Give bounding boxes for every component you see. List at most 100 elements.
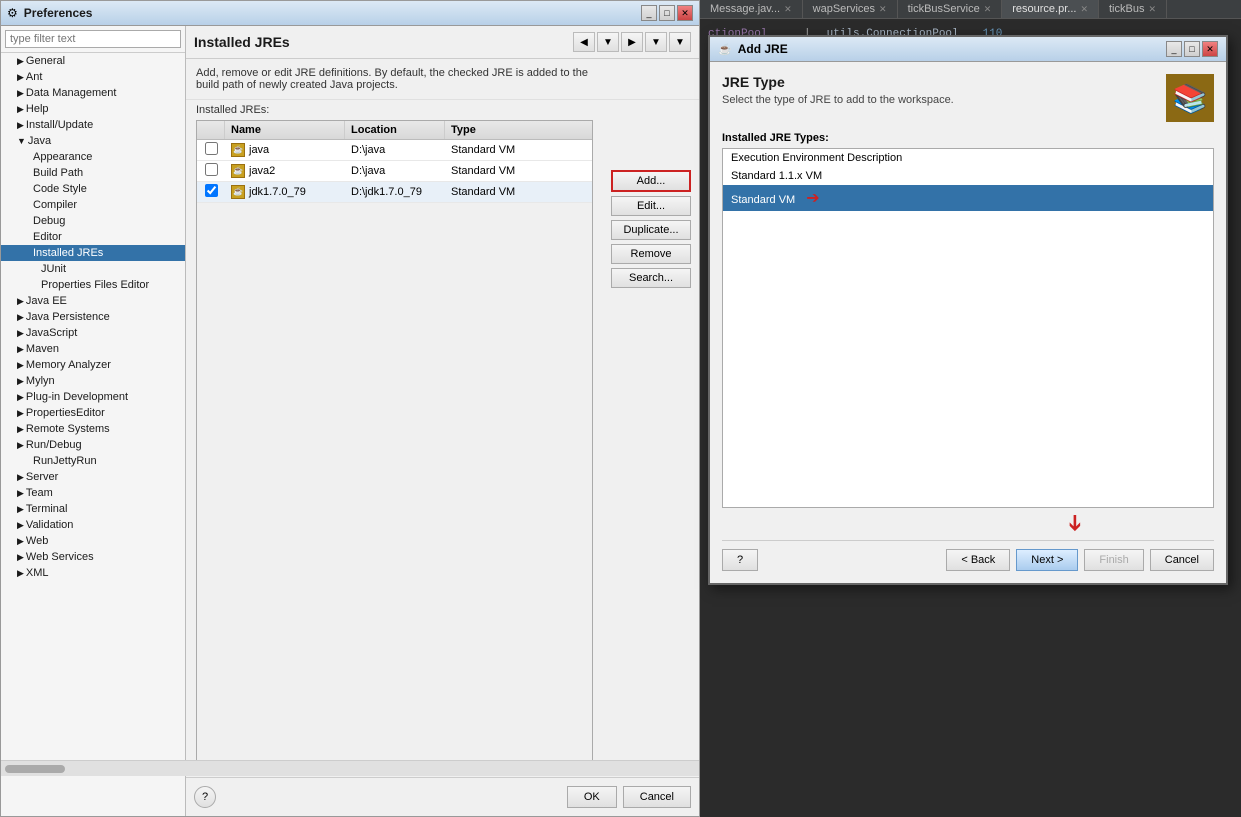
help-button[interactable]: ?: [194, 786, 216, 808]
toolbar-icons: ◀ ▼ ▶ ▼ ▼: [573, 32, 691, 52]
sidebar-item-mylyn[interactable]: ▶Mylyn: [1, 373, 185, 389]
sidebar-item-help[interactable]: ▶Help: [1, 101, 185, 117]
cancel-button[interactable]: Cancel: [623, 786, 691, 808]
jre-type-2: Standard VM: [445, 163, 592, 179]
sidebar-item-compiler[interactable]: Compiler: [1, 197, 185, 213]
sidebar-item-web[interactable]: ▶Web: [1, 533, 185, 549]
arrow-container: ➔: [722, 520, 1214, 540]
tab-wap-services[interactable]: wapServices ✕: [803, 0, 898, 18]
sidebar-item-editor[interactable]: Editor: [1, 229, 185, 245]
col-header-type: Type: [445, 121, 592, 139]
tab-close-tick[interactable]: ✕: [984, 4, 992, 15]
col-header-location: Location: [345, 121, 445, 139]
sidebar-item-xml[interactable]: ▶XML: [1, 565, 185, 581]
add-button[interactable]: Add...: [611, 170, 691, 192]
sidebar-item-remote-systems[interactable]: ▶Remote Systems: [1, 421, 185, 437]
dialog-next-button[interactable]: Next >: [1016, 549, 1078, 571]
search-button[interactable]: Search...: [611, 268, 691, 288]
dialog-help-button[interactable]: ?: [722, 549, 758, 571]
sidebar-item-code-style[interactable]: Code Style: [1, 181, 185, 197]
jre-type-item-standard-11x[interactable]: Standard 1.1.x VM: [723, 167, 1213, 185]
jre-table: Name Location Type java D:\java Standard…: [196, 120, 593, 773]
scrollbar-thumb[interactable]: [5, 765, 65, 773]
sidebar-item-general[interactable]: ▶General: [1, 53, 185, 69]
tab-close-resource[interactable]: ✕: [1080, 4, 1088, 15]
jre-check-1[interactable]: [197, 140, 225, 160]
jre-row-2[interactable]: java2 D:\java Standard VM: [197, 161, 592, 182]
jre-check-2[interactable]: [197, 161, 225, 181]
toolbar-fwd2-btn[interactable]: ▶: [621, 32, 643, 52]
jre-type-item-standard-vm[interactable]: Standard VM ➔: [723, 185, 1213, 211]
duplicate-button[interactable]: Duplicate...: [611, 220, 691, 240]
tab-close-message[interactable]: ✕: [784, 4, 792, 15]
filter-input[interactable]: [5, 30, 181, 48]
preferences-titlebar: ⚙ Preferences _ □ ✕: [1, 1, 699, 26]
sidebar-item-web-services[interactable]: ▶Web Services: [1, 549, 185, 565]
sidebar-item-appearance[interactable]: Appearance: [1, 149, 185, 165]
sidebar-item-installed-jres[interactable]: Installed JREs: [1, 245, 185, 261]
maximize-button[interactable]: □: [659, 5, 675, 21]
toolbar-back-btn[interactable]: ◀: [573, 32, 595, 52]
add-jre-dialog: ☕ Add JRE _ □ ✕ JRE Type Select the type…: [708, 35, 1228, 585]
tab-resource-pr[interactable]: resource.pr... ✕: [1002, 0, 1099, 18]
sidebar-item-data-management[interactable]: ▶Data Management: [1, 85, 185, 101]
sidebar-item-maven[interactable]: ▶Maven: [1, 341, 185, 357]
dialog-finish-button[interactable]: Finish: [1084, 549, 1143, 571]
dialog-header-row: JRE Type Select the type of JRE to add t…: [722, 74, 1214, 122]
edit-button[interactable]: Edit...: [611, 196, 691, 216]
jre-row-1[interactable]: java D:\java Standard VM: [197, 140, 592, 161]
col-header-name: Name: [225, 121, 345, 139]
dialog-minimize-btn[interactable]: _: [1166, 41, 1182, 57]
sidebar-item-runjettyrun[interactable]: RunJettyRun: [1, 453, 185, 469]
toolbar-fwd-btn[interactable]: ▼: [597, 32, 619, 52]
jre-type-item-execution-env[interactable]: Execution Environment Description: [723, 149, 1213, 167]
dialog-maximize-btn[interactable]: □: [1184, 41, 1200, 57]
preferences-icon: ⚙: [7, 6, 18, 20]
close-button[interactable]: ✕: [677, 5, 693, 21]
tab-message-java[interactable]: Message.jav... ✕: [700, 0, 803, 18]
sidebar-item-ant[interactable]: ▶Ant: [1, 69, 185, 85]
dialog-text-block: JRE Type Select the type of JRE to add t…: [722, 74, 954, 118]
sidebar-item-plugin-development[interactable]: ▶Plug-in Development: [1, 389, 185, 405]
dialog-jre-icon: ☕: [718, 43, 732, 56]
minimize-button[interactable]: _: [641, 5, 657, 21]
dialog-cancel-button[interactable]: Cancel: [1150, 549, 1214, 571]
sidebar-item-javascript[interactable]: ▶JavaScript: [1, 325, 185, 341]
sidebar-item-java-persistence[interactable]: ▶Java Persistence: [1, 309, 185, 325]
dialog-bottom-buttons: < Back Next > Finish Cancel: [946, 549, 1214, 571]
sidebar-item-build-path[interactable]: Build Path: [1, 165, 185, 181]
sidebar-item-run-debug[interactable]: ▶Run/Debug: [1, 437, 185, 453]
sidebar-item-team[interactable]: ▶Team: [1, 485, 185, 501]
jre-types-list[interactable]: Execution Environment Description Standa…: [722, 148, 1214, 508]
tab-close-tickbus[interactable]: ✕: [1148, 4, 1156, 15]
sidebar-item-memory-analyzer[interactable]: ▶Memory Analyzer: [1, 357, 185, 373]
editor-tab-bar: Message.jav... ✕ wapServices ✕ tickBusSe…: [700, 0, 1241, 19]
sidebar-item-terminal[interactable]: ▶Terminal: [1, 501, 185, 517]
sidebar-item-debug[interactable]: Debug: [1, 213, 185, 229]
tab-close-wap[interactable]: ✕: [879, 4, 887, 15]
dialog-close-btn[interactable]: ✕: [1202, 41, 1218, 57]
sidebar-item-properties-editor[interactable]: ▶PropertiesEditor: [1, 405, 185, 421]
dialog-window-controls: _ □ ✕: [1166, 41, 1218, 57]
dialog-back-button[interactable]: < Back: [946, 549, 1010, 571]
sidebar-item-properties-files-editor[interactable]: Properties Files Editor: [1, 277, 185, 293]
sidebar-item-java[interactable]: ▼Java: [1, 133, 185, 149]
sidebar-scrollbar[interactable]: [1, 760, 186, 776]
sidebar-item-junit[interactable]: JUnit: [1, 261, 185, 277]
ok-button[interactable]: OK: [567, 786, 617, 808]
sidebar-item-java-ee[interactable]: ▶Java EE: [1, 293, 185, 309]
main-content: Installed JREs ◀ ▼ ▶ ▼ ▼ Add, remove or …: [186, 26, 699, 816]
sidebar-item-server[interactable]: ▶Server: [1, 469, 185, 485]
toolbar-fwd3-btn[interactable]: ▼: [645, 32, 667, 52]
installed-jres-label: Installed JREs:: [186, 100, 699, 120]
sidebar-item-install-update[interactable]: ▶Install/Update: [1, 117, 185, 133]
tab-tick-bus[interactable]: tickBus ✕: [1099, 0, 1167, 18]
tab-tick-bus-service[interactable]: tickBusService ✕: [898, 0, 1003, 18]
toolbar-menu-btn[interactable]: ▼: [669, 32, 691, 52]
sidebar-item-validation[interactable]: ▶Validation: [1, 517, 185, 533]
remove-button[interactable]: Remove: [611, 244, 691, 264]
jre-row-3[interactable]: jdk1.7.0_79 D:\jdk1.7.0_79 Standard VM: [197, 182, 592, 203]
dialog-bottom-row: ? < Back Next > Finish Cancel: [722, 540, 1214, 571]
jre-check-3[interactable]: [197, 182, 225, 202]
right-buttons: Add... Edit... Duplicate... Remove Searc…: [603, 170, 699, 773]
